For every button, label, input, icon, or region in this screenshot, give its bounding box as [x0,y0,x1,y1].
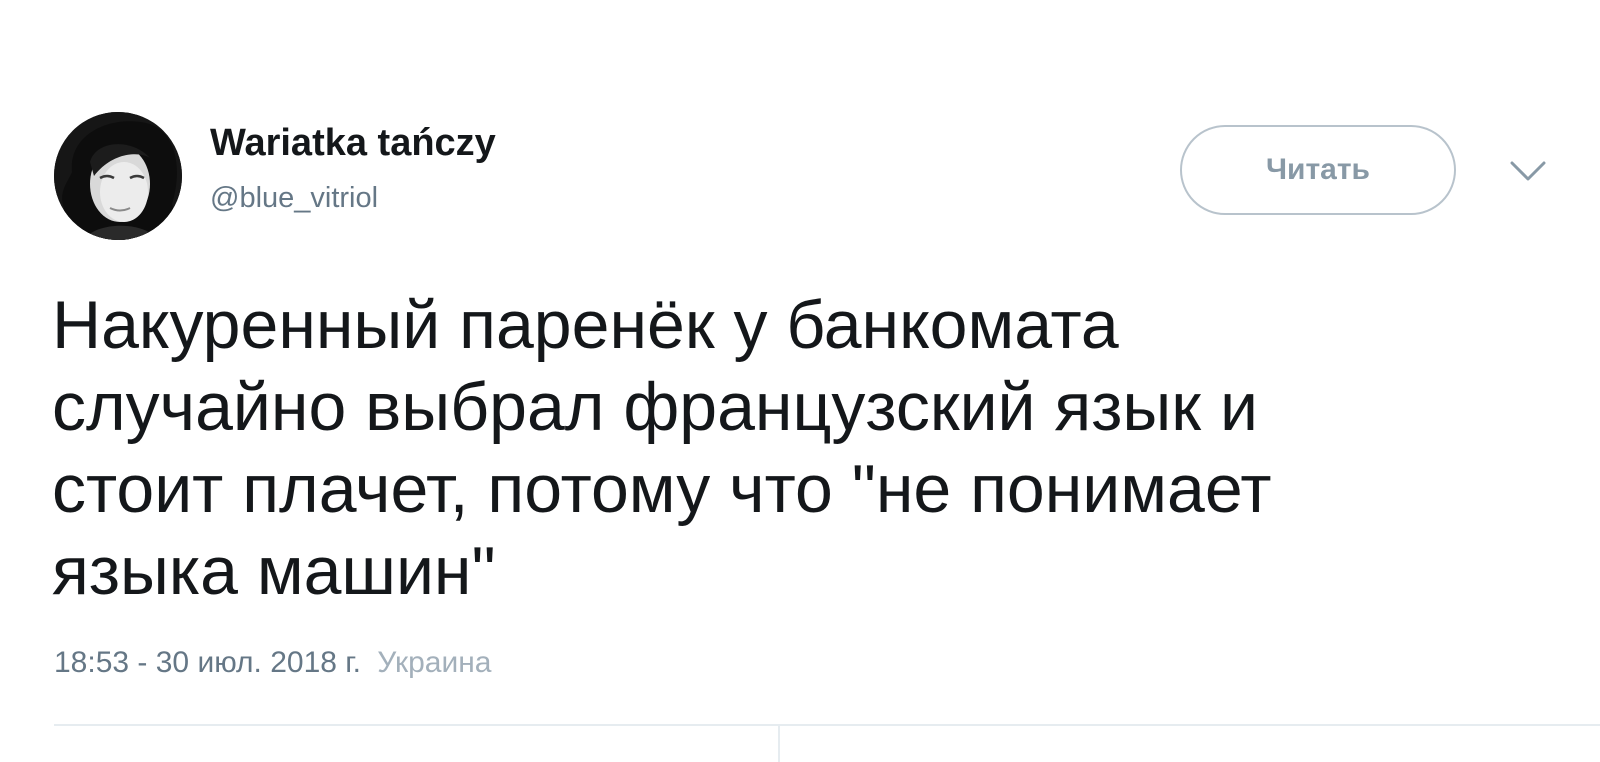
divider-vertical [778,726,780,762]
tweet-text-line: случайно выбрал французский язык и [52,369,1258,445]
avatar-image [54,112,182,240]
author-name[interactable]: Wariatka tańczy [210,122,496,165]
author-handle[interactable]: @blue_vitriol [210,182,378,215]
tweet-text: Накуренный паренёк у банкомата случайно … [52,284,1552,612]
chevron-down-icon[interactable] [1508,158,1548,184]
tweet-text-line: стоит плачет, потому что "не понимает [52,451,1272,527]
divider [54,724,1600,726]
avatar[interactable] [54,112,182,240]
tweet-timestamp[interactable]: 18:53 - 30 июл. 2018 г. [54,646,361,679]
follow-button[interactable]: Читать [1180,125,1456,215]
tweet-location[interactable]: Украина [377,646,491,679]
tweet-text-line: Накуренный паренёк у банкомата [52,287,1119,363]
tweet-meta: 18:53 - 30 июл. 2018 г. Украина [54,646,491,680]
tweet-text-line: языка машин" [52,533,496,609]
tweet-card: Wariatka tańczy @blue_vitriol Читать Нак… [0,0,1600,762]
